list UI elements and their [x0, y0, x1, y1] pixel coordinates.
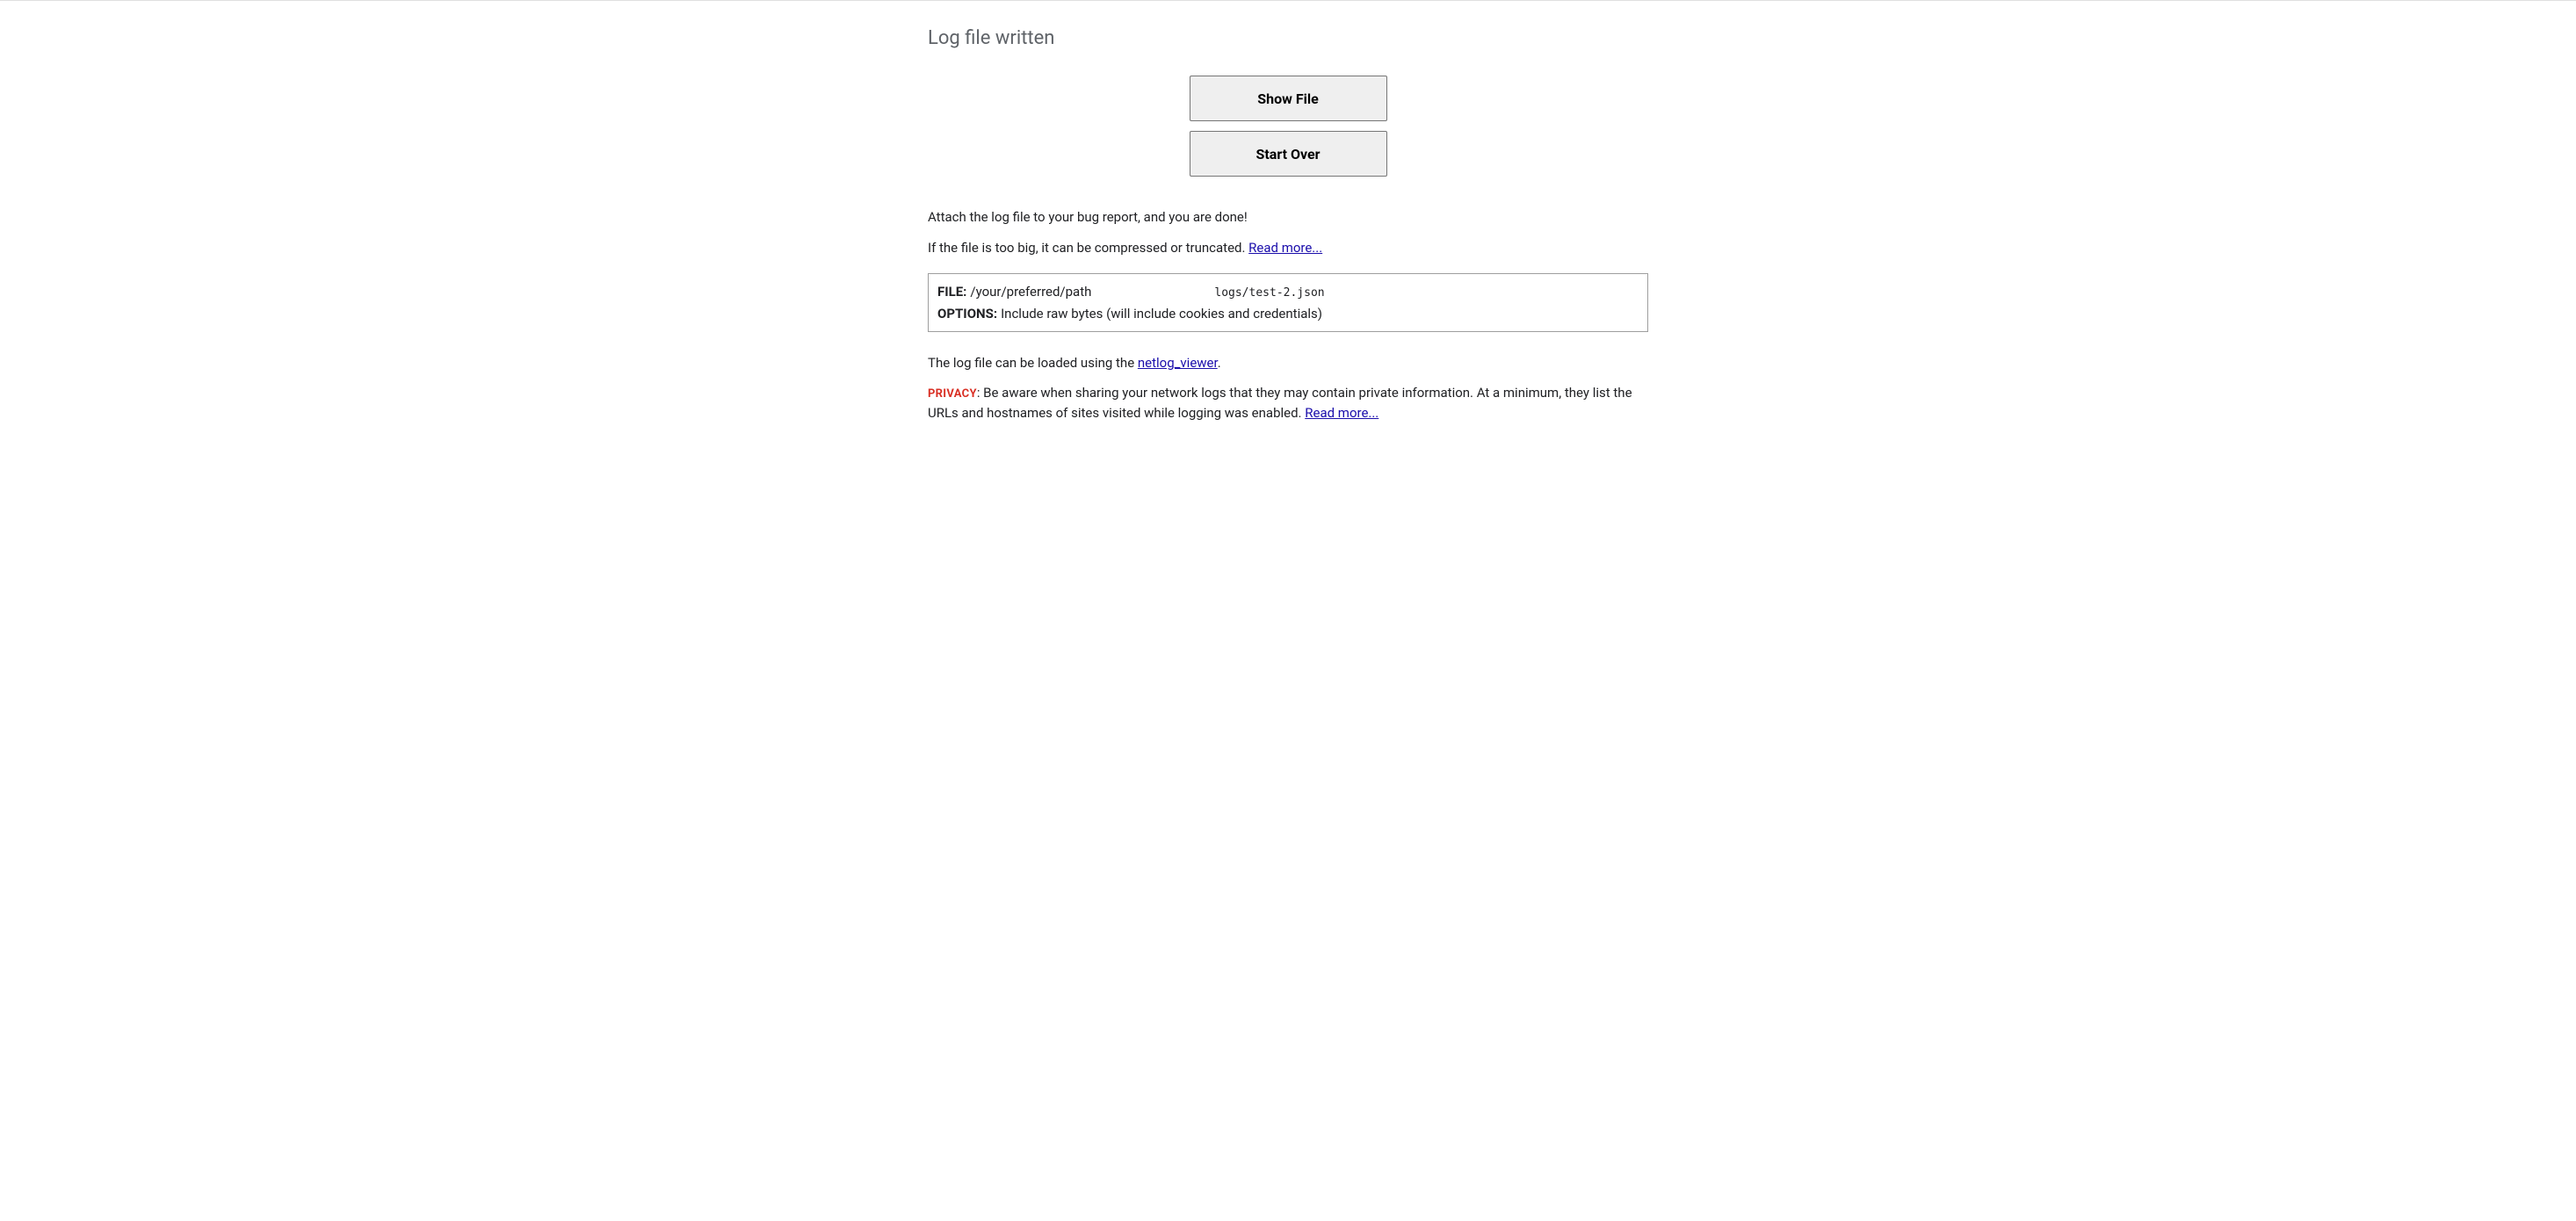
- attach-instruction: Attach the log file to your bug report, …: [928, 207, 1648, 228]
- file-path: /your/preferred/path: [970, 281, 1091, 302]
- privacy-body: : Be aware when sharing your network log…: [928, 385, 1632, 421]
- page-title: Log file written: [928, 27, 1648, 49]
- file-name: logs/test-2.json: [1214, 285, 1324, 303]
- options-value: Include raw bytes (will include cookies …: [1001, 303, 1322, 324]
- read-more-link[interactable]: Read more...: [1248, 240, 1322, 256]
- start-over-button[interactable]: Start Over: [1190, 131, 1387, 177]
- too-big-text: If the file is too big, it can be compre…: [928, 240, 1248, 256]
- button-group: Show File Start Over: [928, 76, 1648, 177]
- options-row: OPTIONS: Include raw bytes (will include…: [937, 303, 1639, 324]
- netlog-viewer-link[interactable]: netlog_viewer: [1138, 355, 1218, 371]
- viewer-prefix: The log file can be loaded using the: [928, 355, 1138, 371]
- file-row: FILE: /your/preferred/path logs/test-2.j…: [937, 281, 1639, 303]
- privacy-notice: PRIVACY: Be aware when sharing your netw…: [928, 383, 1648, 423]
- options-label: OPTIONS:: [937, 303, 997, 324]
- viewer-suffix: .: [1218, 355, 1221, 371]
- file-label: FILE:: [937, 281, 966, 302]
- file-info-box: FILE: /your/preferred/path logs/test-2.j…: [928, 273, 1648, 332]
- compress-instruction: If the file is too big, it can be compre…: [928, 238, 1648, 258]
- privacy-read-more-link[interactable]: Read more...: [1305, 405, 1378, 421]
- viewer-instruction: The log file can be loaded using the net…: [928, 353, 1648, 373]
- show-file-button[interactable]: Show File: [1190, 76, 1387, 121]
- main-container: Log file written Show File Start Over At…: [928, 1, 1648, 451]
- privacy-label: PRIVACY: [928, 387, 977, 401]
